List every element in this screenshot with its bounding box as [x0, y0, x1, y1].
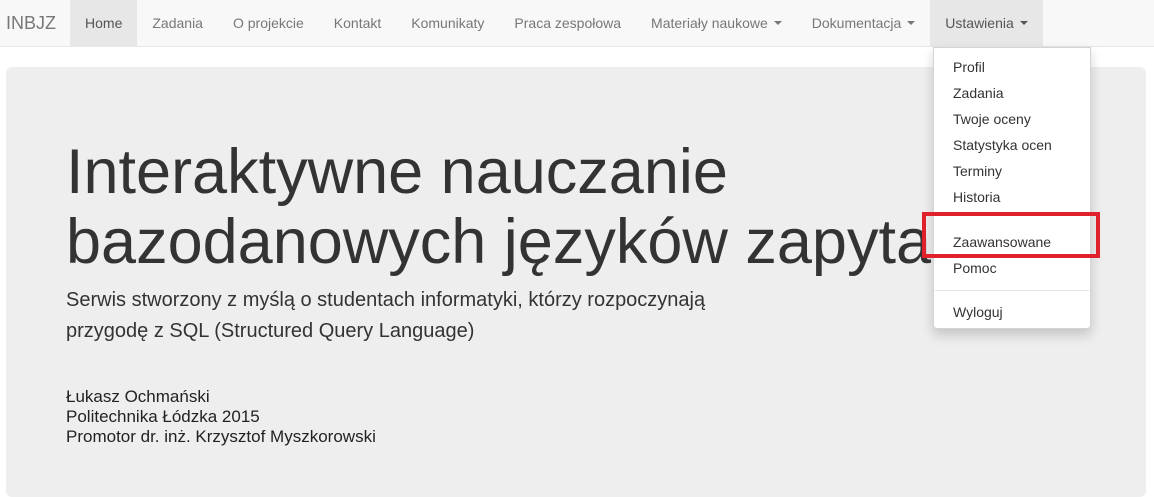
nav-dokumentacja-dropdown[interactable]: Dokumentacja: [797, 0, 931, 46]
menu-divider: [935, 290, 1089, 291]
author-name: Łukasz Ochmański: [66, 387, 210, 406]
nav-list: Home Zadania O projekcie Kontakt Komunik…: [70, 0, 1043, 46]
nav-ustawienia-label: Ustawienia: [945, 15, 1014, 31]
brand-logo[interactable]: INBJZ: [0, 0, 70, 46]
nav-zadania[interactable]: Zadania: [137, 0, 218, 46]
nav-home-label: Home: [85, 15, 123, 31]
nav-kontakt-label: Kontakt: [333, 15, 382, 31]
hero-subtitle-line2: przygodę z SQL (Structured Query Languag…: [66, 320, 475, 342]
nav-praca-zespolowa[interactable]: Praca zespołowa: [499, 0, 636, 46]
top-navbar: INBJZ Home Zadania O projekcie Kontakt K…: [0, 0, 1154, 47]
settings-dropdown-menu: Profil Zadania Twoje oceny Statystyka oc…: [933, 47, 1091, 329]
menu-item-statystyka-ocen[interactable]: Statystyka ocen: [934, 135, 1090, 155]
menu-item-historia[interactable]: Historia: [934, 187, 1090, 207]
nav-o-projekcie[interactable]: O projekcie: [218, 0, 319, 46]
author-affiliation: Politechnika Łódzka 2015: [66, 407, 260, 426]
caret-down-icon: [773, 21, 782, 25]
caret-down-icon: [907, 21, 916, 25]
nav-materialy-naukowe-label: Materiały naukowe: [651, 15, 768, 31]
menu-item-zadania[interactable]: Zadania: [934, 83, 1090, 103]
author-promoter: Promotor dr. inż. Krzysztof Myszkorowski: [66, 427, 376, 446]
caret-down-icon: [1019, 21, 1028, 25]
nav-zadania-label: Zadania: [152, 15, 203, 31]
highlight-box: [922, 212, 1100, 258]
nav-komunikaty[interactable]: Komunikaty: [396, 0, 499, 46]
hero-title-line2: bazodanowych języków zapytań: [66, 207, 967, 277]
hero-subtitle-line1: Serwis stworzony z myślą o studentach in…: [66, 289, 706, 311]
menu-item-pomoc[interactable]: Pomoc: [934, 258, 1090, 278]
hero-title: Interaktywne nauczanie bazodanowych język…: [66, 137, 966, 277]
nav-home[interactable]: Home: [70, 0, 138, 46]
menu-item-twoje-oceny[interactable]: Twoje oceny: [934, 109, 1090, 129]
nav-o-projekcie-label: O projekcie: [232, 15, 304, 31]
author-block: Łukasz Ochmański Politechnika Łódzka 2015…: [66, 387, 376, 447]
nav-materialy-naukowe-dropdown[interactable]: Materiały naukowe: [636, 0, 797, 46]
nav-praca-zespolowa-label: Praca zespołowa: [514, 15, 622, 31]
nav-komunikaty-label: Komunikaty: [411, 15, 485, 31]
nav-ustawienia-dropdown[interactable]: Ustawienia: [930, 0, 1043, 46]
nav-dokumentacja-label: Dokumentacja: [811, 15, 902, 31]
menu-item-profil[interactable]: Profil: [934, 57, 1090, 77]
nav-kontakt[interactable]: Kontakt: [319, 0, 396, 46]
hero-title-line1: Interaktywne nauczanie: [66, 137, 728, 207]
menu-item-terminy[interactable]: Terminy: [934, 161, 1090, 181]
menu-item-wyloguj[interactable]: Wyloguj: [934, 302, 1090, 322]
hero-subtitle: Serwis stworzony z myślą o studentach in…: [66, 285, 786, 347]
